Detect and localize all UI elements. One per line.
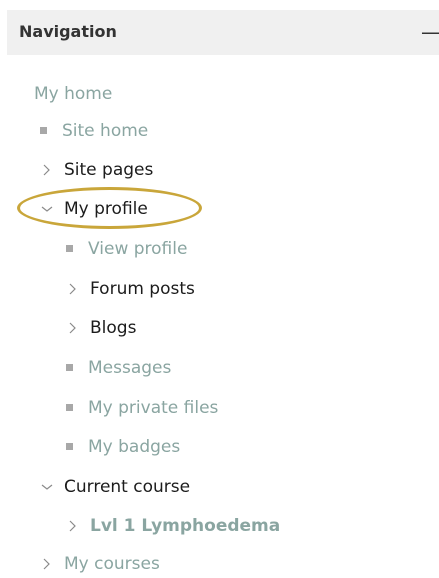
bullet-icon — [66, 403, 73, 411]
nav-item-my-courses[interactable]: My courses — [40, 550, 160, 578]
bullet-icon — [66, 442, 73, 450]
nav-item-label[interactable]: My badges — [88, 435, 180, 459]
navigation-title: Navigation — [19, 22, 117, 41]
nav-item-label[interactable]: My home — [34, 82, 112, 106]
nav-item-messages[interactable]: Messages — [66, 354, 171, 382]
nav-item-label: Site pages — [64, 160, 154, 180]
nav-item-my-badges[interactable]: My badges — [66, 433, 180, 461]
nav-item-forum-posts[interactable]: Forum posts — [66, 275, 195, 303]
collapse-icon[interactable]: — — [421, 22, 439, 42]
nav-item-view-profile[interactable]: View profile — [66, 235, 187, 263]
bullet-icon — [40, 126, 47, 134]
nav-item-blogs[interactable]: Blogs — [66, 314, 136, 342]
nav-item-course-lvl1-lymphoedema[interactable]: Lvl 1 Lymphoedema — [66, 512, 280, 540]
navigation-block: Navigation — My home Site home Site page… — [0, 0, 439, 576]
nav-item-label: Forum posts — [90, 279, 195, 299]
chevron-down-icon[interactable] — [40, 480, 54, 494]
chevron-right-icon[interactable] — [66, 321, 80, 335]
nav-item-label[interactable]: Site home — [62, 119, 148, 143]
nav-item-site-home[interactable]: Site home — [40, 117, 148, 145]
nav-item-label[interactable]: Messages — [88, 356, 171, 380]
chevron-right-icon[interactable] — [40, 163, 54, 177]
nav-item-my-profile[interactable]: My profile — [40, 195, 148, 223]
nav-item-label[interactable]: Lvl 1 Lymphoedema — [90, 514, 280, 538]
chevron-right-icon[interactable] — [66, 519, 80, 533]
nav-item-label[interactable]: My courses — [64, 552, 160, 576]
nav-item-label: Current course — [64, 477, 191, 497]
nav-item-label: Blogs — [90, 318, 137, 338]
nav-item-my-home[interactable]: My home — [34, 80, 112, 108]
chevron-right-icon[interactable] — [66, 282, 80, 296]
nav-item-current-course[interactable]: Current course — [40, 473, 190, 501]
nav-item-label[interactable]: View profile — [88, 237, 187, 261]
nav-item-label: My profile — [64, 199, 148, 219]
bullet-icon — [66, 244, 73, 252]
nav-item-my-private-files[interactable]: My private files — [66, 394, 218, 422]
bullet-icon — [66, 363, 73, 371]
chevron-right-icon[interactable] — [40, 557, 54, 571]
chevron-down-icon[interactable] — [40, 202, 54, 216]
nav-item-site-pages[interactable]: Site pages — [40, 156, 153, 184]
nav-item-label[interactable]: My private files — [88, 396, 218, 420]
navigation-header: Navigation — — [7, 10, 439, 55]
